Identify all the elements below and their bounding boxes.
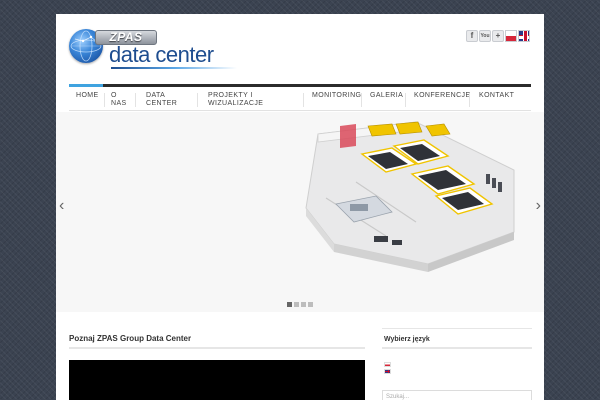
slider-dot-4[interactable] [308,302,313,307]
uk-flag-icon[interactable] [384,369,391,374]
header-icons: f You + [466,30,530,42]
slider-dot-2[interactable] [294,302,299,307]
sidebar-divider [382,347,532,349]
nav-item-home[interactable]: HOME [76,92,99,100]
content-title: Poznaj ZPAS Group Data Center [69,334,192,343]
main-navigation: HOME O NAS DATA CENTER PROJEKTY I WIZUAL… [69,87,531,111]
facebook-icon[interactable]: f [466,30,478,42]
nav-item-monitoring[interactable]: MONITORING [312,92,361,100]
content-divider [69,347,365,349]
uk-flag-stripe [388,370,389,373]
page-container: ZPAS data center f You + HOME O NAS DATA… [56,14,544,400]
hero-slider: ‹ › [56,112,544,312]
youtube-icon[interactable]: You [479,30,491,42]
nav-item-projekty[interactable]: PROJEKTY I WIZUALIZACJE [208,92,268,108]
search-input[interactable]: Szukaj... [382,390,532,400]
uk-flag-icon[interactable] [518,30,530,42]
slider-dots [287,302,313,307]
site-logo[interactable]: ZPAS data center [69,29,239,71]
logo-text: data center [109,42,214,67]
nav-separator [405,93,406,107]
nav-item-data-center[interactable]: DATA CENTER [146,92,180,108]
nav-separator [361,93,362,107]
nav-item-kontakt[interactable]: KONTAKT [479,92,514,100]
sidebar-top-divider [382,328,532,329]
nav-separator [469,93,470,107]
sidebar-title: Wybierz język [384,336,430,343]
slider-next-arrow[interactable]: › [536,198,541,214]
nav-separator [104,93,105,107]
slider-prev-arrow[interactable]: ‹ [59,198,64,214]
video-player[interactable] [69,360,365,400]
nav-item-o-nas[interactable]: O NAS [111,92,127,108]
data-center-render-image [305,121,515,272]
nav-item-galeria[interactable]: GALERIA [370,92,403,100]
plus-icon[interactable]: + [492,30,504,42]
slider-dot-1[interactable] [287,302,292,307]
polish-flag-icon[interactable] [505,30,517,42]
nav-separator [197,93,198,107]
nav-separator [303,93,304,107]
nav-item-konferencje[interactable]: KONFERENCJE [414,92,471,100]
slider-dot-3[interactable] [301,302,306,307]
polish-flag-icon[interactable] [384,362,391,367]
logo-underline [111,67,237,69]
nav-separator [135,93,136,107]
